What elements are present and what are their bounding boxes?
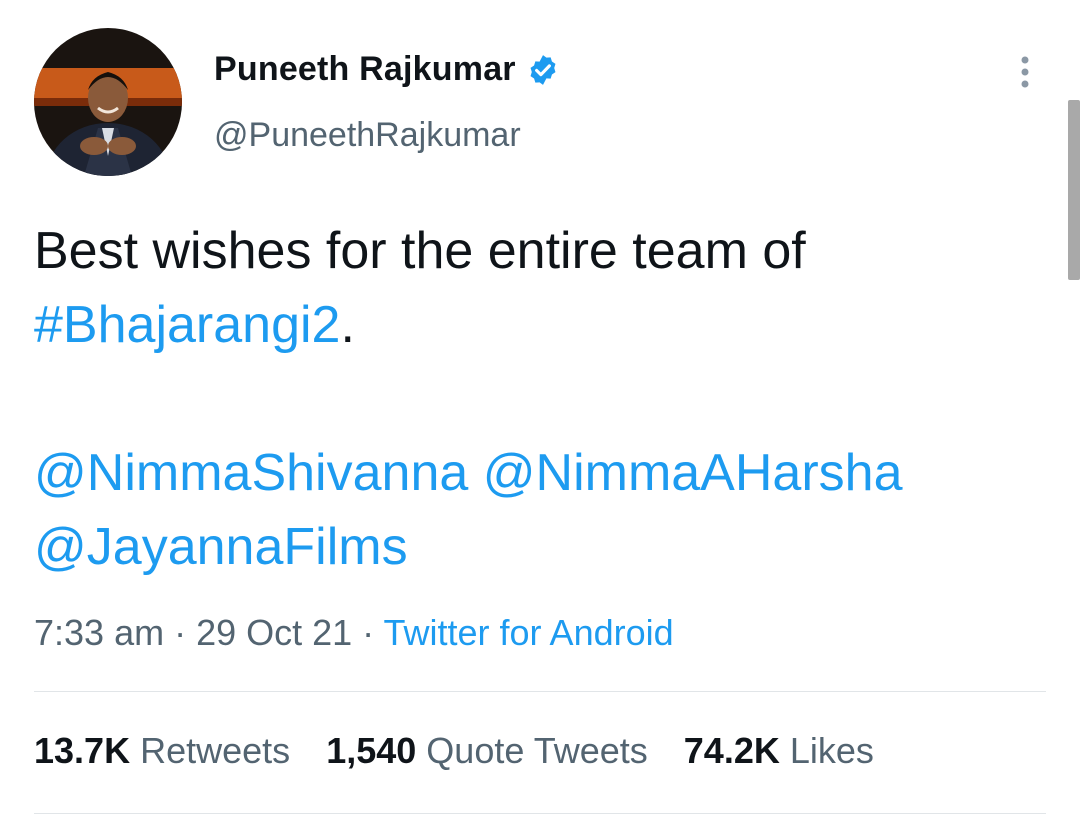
likes-label: Likes — [789, 730, 874, 771]
likes-stat[interactable]: 74.2K Likes — [684, 730, 874, 771]
divider — [34, 813, 1046, 814]
retweets-label: Retweets — [140, 730, 291, 771]
mention-link-nimmashivanna[interactable]: @NimmaShivanna — [34, 444, 468, 502]
likes-count: 74.2K — [683, 730, 780, 771]
mention-link-jayannafilms[interactable]: @JayannaFilms — [34, 518, 408, 576]
avatar-photo — [34, 28, 182, 176]
author-handle[interactable]: @PuneethRajkumar — [214, 116, 521, 155]
meta-separator: · — [164, 612, 197, 653]
quote-tweets-label: Quote Tweets — [426, 730, 648, 771]
tweet-line-mentions: @NimmaShivanna @NimmaAHarsha — [34, 436, 1034, 510]
retweets-count: 13.7K — [34, 730, 131, 771]
mention-link-nimmaaharsha[interactable]: @NimmaAHarsha — [483, 444, 903, 502]
tweet-line-2: #Bhajarangi2. — [34, 288, 1034, 362]
retweets-stat[interactable]: 13.7K Retweets — [34, 730, 290, 771]
more-vertical-icon[interactable] — [1010, 52, 1040, 92]
author-name[interactable]: Puneeth Rajkumar — [214, 50, 516, 89]
verified-badge-icon — [530, 54, 556, 85]
quote-tweets-count: 1,540 — [326, 730, 417, 771]
quote-tweets-stat[interactable]: 1,540 Quote Tweets — [326, 730, 648, 771]
hashtag-link[interactable]: #Bhajarangi2 — [34, 296, 340, 354]
tweet-meta: 7:33 am · 29 Oct 21 · Twitter for Androi… — [34, 612, 674, 654]
tweet-text: Best wishes for the entire team of #Bhaj… — [34, 214, 1034, 584]
tweet-date[interactable]: 29 Oct 21 — [196, 612, 352, 653]
divider — [34, 691, 1046, 692]
tweet-line-1: Best wishes for the entire team of — [34, 222, 806, 280]
tweet-stats: 13.7K Retweets 1,540 Quote Tweets 74.2K … — [34, 730, 900, 772]
author-name-row[interactable]: Puneeth Rajkumar — [214, 50, 560, 89]
scrollbar[interactable] — [1068, 100, 1080, 280]
avatar[interactable] — [34, 28, 182, 176]
hashtag-suffix: . — [340, 296, 355, 354]
meta-separator: · — [352, 612, 384, 653]
tweet-line-mentions-2: @JayannaFilms — [34, 510, 1034, 584]
tweet-source-link[interactable]: Twitter for Android — [384, 612, 674, 653]
tweet-time[interactable]: 7:33 am — [34, 612, 164, 653]
